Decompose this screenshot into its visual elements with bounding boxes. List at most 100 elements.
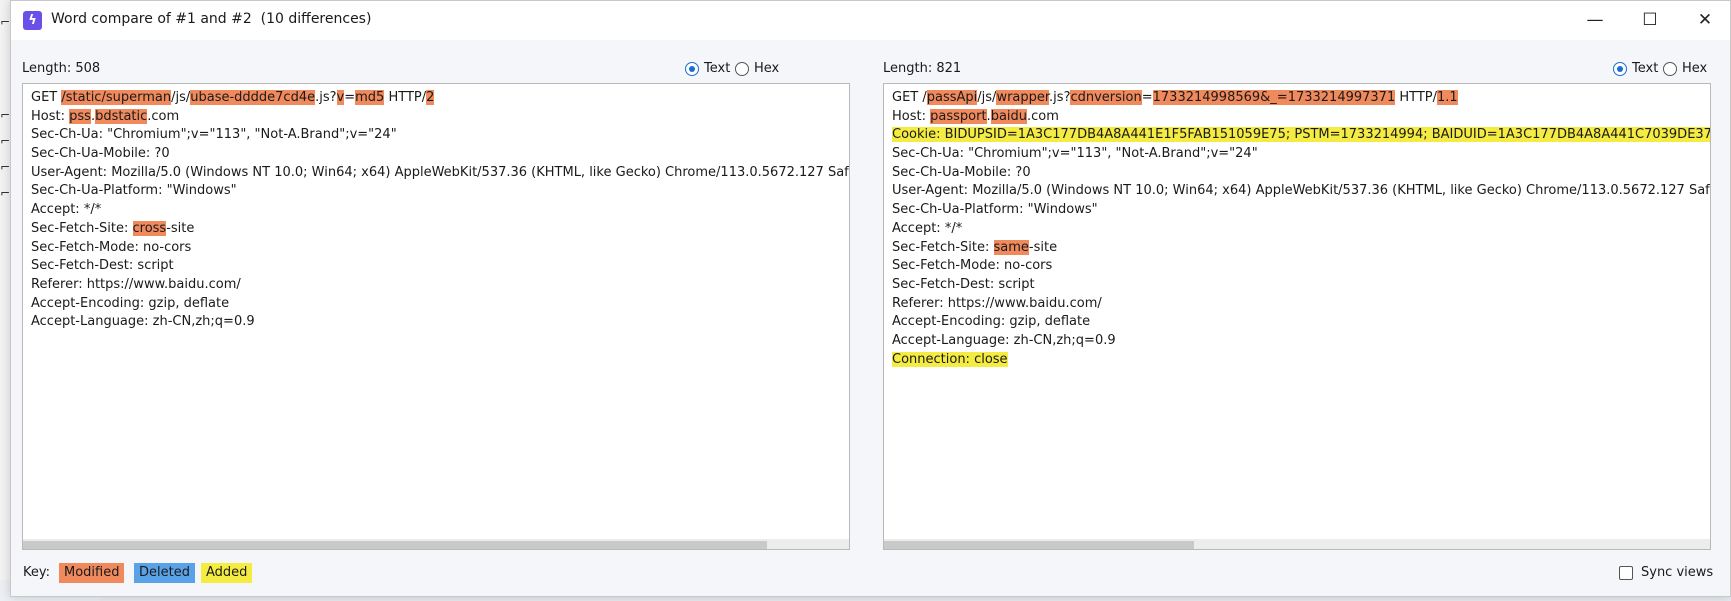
text-segment: Accept: */*	[892, 220, 963, 236]
text-segment: Accept: */*	[31, 202, 102, 218]
compare-client-area: Length: 508 Text Hex GET /static/superma…	[11, 40, 1730, 596]
close-button[interactable]: ✕	[1678, 1, 1731, 40]
right-line: Referer: https://www.baidu.com/	[892, 295, 1710, 314]
right-line: Sec-Ch-Ua-Mobile: ?0	[892, 164, 1710, 183]
left-line: Sec-Fetch-Mode: no-cors	[31, 239, 849, 258]
text-segment: Sec-Ch-Ua-Platform: "Windows"	[31, 183, 237, 199]
text-segment: Sec-Fetch-Dest: script	[31, 258, 174, 274]
text-segment: Host:	[31, 108, 70, 124]
left-length-label: Length: 508	[22, 61, 101, 76]
text-segment: =	[344, 90, 356, 105]
text-segment: Sec-Fetch-Dest: script	[892, 276, 1035, 292]
right-line: Sec-Ch-Ua-Platform: "Windows"	[892, 201, 1710, 220]
key-added: Added	[201, 563, 253, 583]
left-text-radio-label[interactable]: Text	[704, 60, 730, 78]
left-text-pane[interactable]: GET /static/superman/js/ubase-dddde7cd4e…	[22, 83, 850, 550]
title-bar[interactable]: ϟ Word compare of #1 and #2 (10 differen…	[11, 1, 1730, 40]
left-panel-header: Length: 508 Text Hex	[22, 60, 850, 78]
text-segment: .com	[1027, 108, 1059, 124]
text-segment: Sec-Fetch-Mode: no-cors	[892, 258, 1053, 274]
left-hex-radio[interactable]	[735, 62, 749, 76]
text-segment: Sec-Ch-Ua: "Chromium";v="113", "Not-A.Br…	[31, 127, 397, 143]
maximize-button[interactable]: ☐	[1623, 1, 1677, 40]
added-segment: Cookie: BIDUPSID=1A3C177DB4A8A441E1F5FAB…	[892, 127, 1711, 143]
text-segment: -site	[1028, 239, 1058, 255]
modified-segment: cross	[132, 220, 167, 236]
left-line: Sec-Ch-Ua-Platform: "Windows"	[31, 182, 849, 201]
text-segment: GET /	[892, 90, 927, 105]
modified-segment: bdstatic	[95, 108, 148, 124]
text-segment: HTTP/	[1395, 90, 1437, 105]
text-segment: .js?	[1049, 90, 1071, 105]
text-segment: /js/	[977, 90, 997, 105]
left-line: User-Agent: Mozilla/5.0 (Windows NT 10.0…	[31, 164, 849, 183]
left-text-radio[interactable]	[685, 62, 699, 76]
minimize-button[interactable]: —	[1568, 1, 1622, 40]
left-line: Accept: */*	[31, 201, 849, 220]
left-line: Sec-Ch-Ua: "Chromium";v="113", "Not-A.Br…	[31, 126, 849, 145]
right-line: Accept-Encoding: gzip, deflate	[892, 313, 1710, 332]
right-text-radio[interactable]	[1613, 62, 1627, 76]
right-line: Connection: close	[892, 351, 1710, 370]
compare-window: ϟ Word compare of #1 and #2 (10 differen…	[10, 0, 1731, 597]
modified-segment: passApi	[926, 90, 978, 105]
sync-views-label[interactable]: Sync views	[1641, 565, 1713, 580]
lightning-icon: ϟ	[23, 11, 42, 30]
left-horizontal-scrollbar[interactable]	[23, 539, 849, 549]
right-line: Host: passport.baidu.com	[892, 108, 1710, 127]
text-segment: Host:	[892, 108, 931, 124]
modified-segment: pss	[69, 108, 91, 124]
modified-segment: /static/superman	[61, 90, 172, 105]
text-segment: Accept-Encoding: gzip, deflate	[31, 295, 230, 311]
right-scrollbar-thumb[interactable]	[884, 541, 1194, 549]
left-line: Sec-Fetch-Dest: script	[31, 257, 849, 276]
modified-segment: md5	[355, 90, 385, 105]
left-line: Sec-Ch-Ua-Mobile: ?0	[31, 145, 849, 164]
text-segment: Sec-Fetch-Mode: no-cors	[31, 239, 192, 255]
legend-footer: Key: Modified Deleted Added Sync views	[11, 562, 1730, 586]
text-segment: Accept-Language: zh-CN,zh;q=0.9	[31, 314, 255, 330]
right-hex-radio[interactable]	[1663, 62, 1677, 76]
text-segment: .js?	[315, 90, 337, 105]
left-line: GET /static/superman/js/ubase-dddde7cd4e…	[31, 89, 849, 108]
text-segment: Accept-Encoding: gzip, deflate	[892, 314, 1091, 330]
maximize-icon: ☐	[1642, 10, 1658, 30]
left-line: Referer: https://www.baidu.com/	[31, 276, 849, 295]
modified-segment: same	[993, 239, 1029, 255]
modified-segment: baidu	[990, 108, 1028, 124]
right-line: User-Agent: Mozilla/5.0 (Windows NT 10.0…	[892, 182, 1711, 201]
right-horizontal-scrollbar[interactable]	[884, 539, 1710, 549]
text-segment: Referer: https://www.baidu.com/	[31, 276, 241, 292]
right-text-pane[interactable]: GET /passApi/js/wrapper.js?cdnversion=17…	[883, 83, 1711, 550]
sync-views-checkbox[interactable]	[1619, 566, 1633, 580]
modified-segment: 2	[426, 90, 435, 105]
key-deleted: Deleted	[134, 563, 195, 583]
minimize-icon: —	[1586, 10, 1604, 30]
left-hex-radio-label[interactable]: Hex	[754, 60, 779, 78]
text-segment: Accept-Language: zh-CN,zh;q=0.9	[892, 332, 1116, 348]
close-icon: ✕	[1697, 10, 1713, 30]
right-panel-header: Length: 821 Text Hex	[883, 60, 1711, 78]
modified-segment: wrapper	[996, 90, 1050, 105]
text-segment: -site	[166, 220, 195, 236]
key-label: Key:	[23, 565, 51, 580]
right-hex-radio-label[interactable]: Hex	[1682, 60, 1707, 78]
added-segment: Connection: close	[892, 351, 1008, 367]
window-title: Word compare of #1 and #2 (10 difference…	[51, 11, 372, 27]
text-segment: Sec-Fetch-Site:	[892, 239, 994, 255]
text-segment: Sec-Fetch-Site:	[31, 220, 133, 236]
right-text-radio-label[interactable]: Text	[1632, 60, 1658, 78]
left-text-lines: GET /static/superman/js/ubase-dddde7cd4e…	[31, 89, 849, 332]
right-text-lines: GET /passApi/js/wrapper.js?cdnversion=17…	[892, 89, 1711, 370]
text-segment: Sec-Ch-Ua-Mobile: ?0	[31, 146, 170, 162]
left-line: Host: pss.bdstatic.com	[31, 108, 849, 127]
left-line: Accept-Encoding: gzip, deflate	[31, 295, 849, 314]
text-segment: User-Agent: Mozilla/5.0 (Windows NT 10.0…	[892, 183, 1711, 199]
right-line: Sec-Ch-Ua: "Chromium";v="113", "Not-A.Br…	[892, 145, 1710, 164]
left-line: Sec-Fetch-Site: cross-site	[31, 220, 849, 239]
modified-segment: ubase-dddde7cd4e	[190, 90, 316, 105]
modified-segment: cdnversion	[1070, 90, 1142, 105]
right-line: Sec-Fetch-Mode: no-cors	[892, 257, 1710, 276]
left-scrollbar-thumb[interactable]	[23, 541, 767, 549]
modified-segment: passport	[930, 108, 987, 124]
